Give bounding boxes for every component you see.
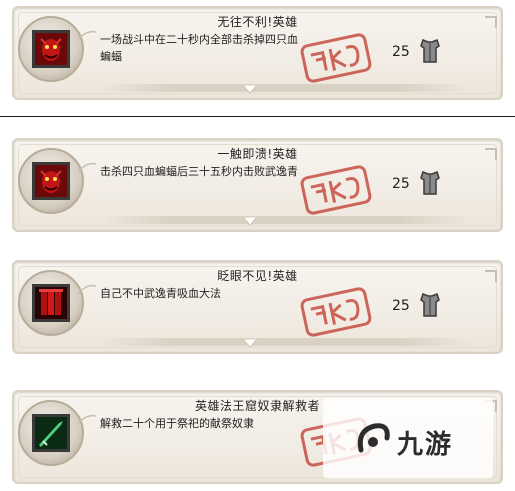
achievement-card[interactable]: 英雄法王窟奴隶解救者 解救二十个用于祭祀的献祭奴隶 九游	[12, 390, 503, 484]
blood-pillar-icon	[32, 284, 70, 322]
card-footer-bar	[100, 84, 471, 92]
watermark-text: 九游	[397, 430, 454, 460]
corner-ornament	[485, 270, 497, 282]
red-demon-icon	[32, 162, 70, 200]
vine-ornament-icon	[78, 160, 96, 174]
chevron-down-icon[interactable]	[243, 339, 257, 347]
watermark-overlay: 九游	[323, 398, 493, 478]
achievement-card[interactable]: 无往不利!英雄 一场战斗中在二十秒内全部击杀掉四只血 蝙蝠 25	[12, 6, 503, 100]
vine-ornament-icon	[78, 412, 96, 426]
reward-points: 25	[392, 298, 410, 314]
achievement-card[interactable]: 眨眼不见!英雄 自己不中武逸青吸血大法 25	[12, 260, 503, 354]
achievement-card[interactable]: 一触即溃!英雄 击杀四只血蝙蝠后三十五秒内击败武逸青 25	[12, 138, 503, 232]
armor-icon	[420, 170, 440, 196]
vine-ornament-icon	[78, 282, 96, 296]
achievement-title: 眨眼不见!英雄	[217, 269, 298, 283]
red-demon-icon	[32, 30, 70, 68]
achievement-title: 无往不利!英雄	[217, 15, 298, 29]
vine-ornament-icon	[78, 28, 96, 42]
corner-ornament	[485, 148, 497, 160]
divider-line	[0, 116, 515, 117]
chevron-down-icon[interactable]	[243, 217, 257, 225]
corner-ornament	[485, 16, 497, 28]
jiuyou-logo-icon	[353, 420, 393, 460]
armor-icon	[420, 292, 440, 318]
card-footer-bar	[100, 338, 471, 346]
achievement-title: 一触即溃!英雄	[217, 147, 298, 161]
card-footer-bar	[100, 216, 471, 224]
reward-points: 25	[392, 176, 410, 192]
reward-points: 25	[392, 44, 410, 60]
armor-icon	[420, 38, 440, 64]
chevron-down-icon[interactable]	[243, 85, 257, 93]
green-blade-icon	[32, 414, 70, 452]
